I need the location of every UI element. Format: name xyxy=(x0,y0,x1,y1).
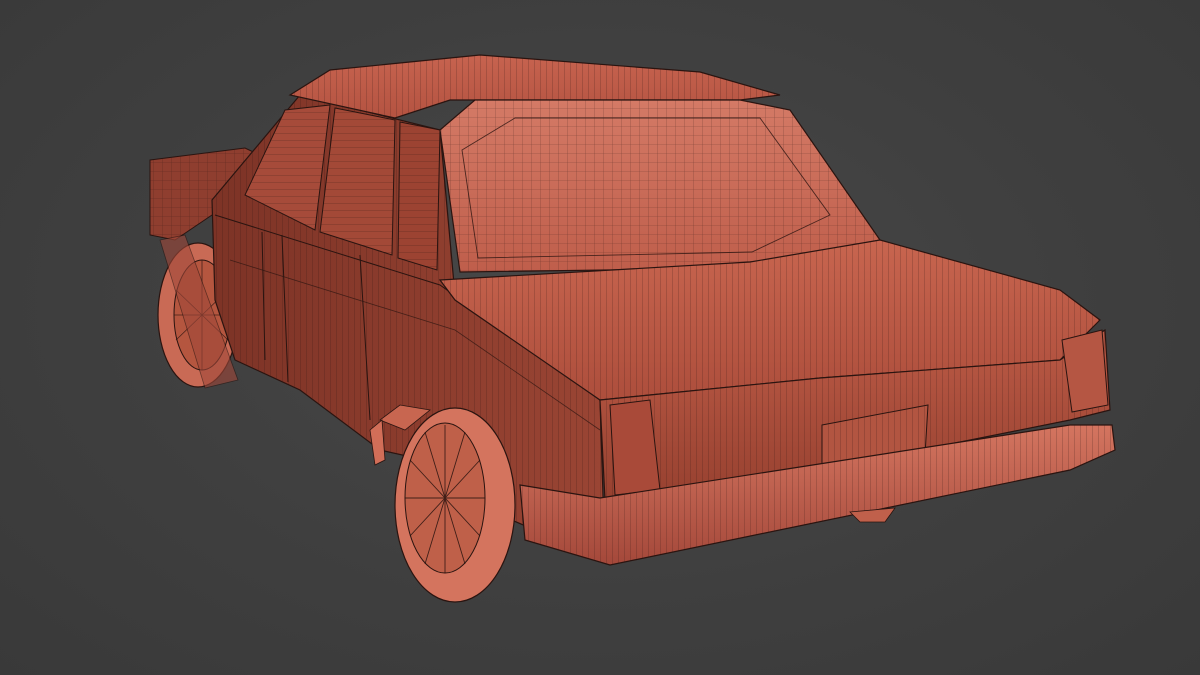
rear-window xyxy=(439,99,882,273)
car-model xyxy=(149,54,1116,603)
3d-viewport[interactable] xyxy=(0,0,1200,675)
